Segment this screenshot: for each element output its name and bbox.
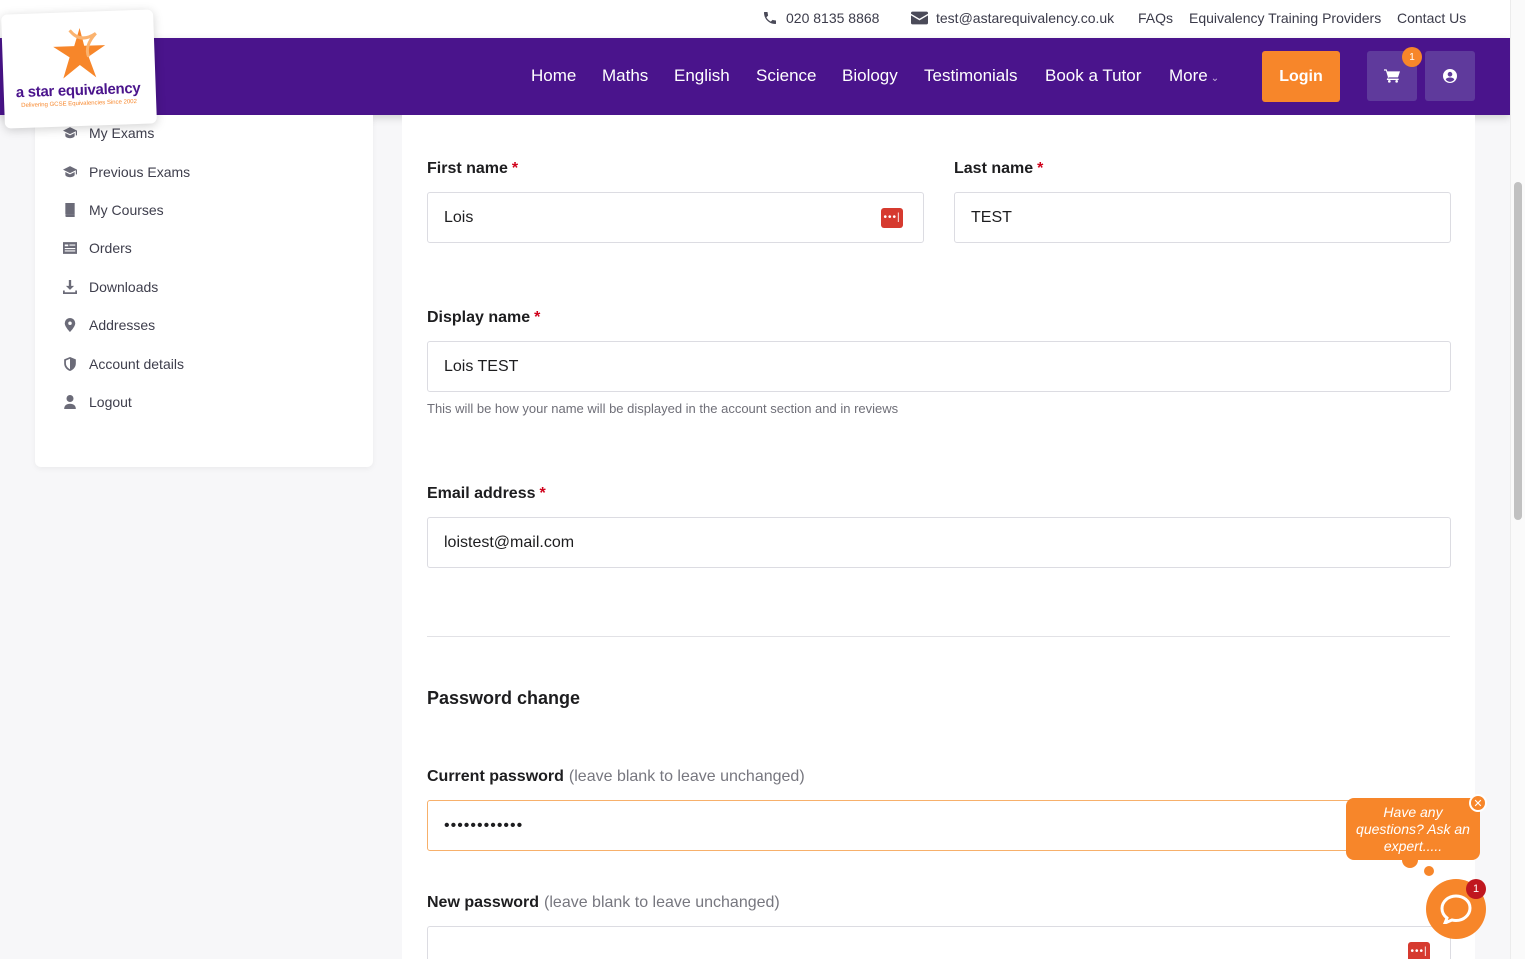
phone-number: 020 8135 8868 [786, 10, 880, 26]
email-contact[interactable]: test@astarequivalency.co.uk [911, 10, 1114, 26]
page-scrollbar-thumb[interactable] [1514, 182, 1522, 520]
email-input[interactable] [427, 517, 1451, 568]
first-name-input[interactable] [427, 192, 924, 243]
sidebar-item-label: Addresses [89, 317, 156, 333]
chat-bubble-tail [1402, 852, 1418, 868]
map-pin-icon [64, 318, 76, 332]
required-marker: * [539, 485, 546, 502]
required-marker: * [511, 160, 519, 177]
new-password-hint: (leave blank to leave unchanged) [544, 894, 780, 911]
sidebar-item-downloads[interactable]: Downloads [63, 279, 158, 295]
password-manager-icon[interactable]: •••| [1408, 942, 1430, 959]
required-marker: * [534, 309, 541, 326]
topbar-link-training-providers[interactable]: Equivalency Training Providers [1189, 10, 1381, 26]
current-password-label: Current password (leave blank to leave un… [427, 768, 805, 786]
chat-bubble-tail [1424, 866, 1434, 876]
nav-home[interactable]: Home [531, 66, 576, 86]
account-button[interactable] [1425, 51, 1475, 101]
sidebar-item-account-details[interactable]: Account details [63, 356, 184, 372]
email-label: Email address * [427, 485, 546, 503]
sidebar-item-my-exams[interactable]: My Exams [63, 125, 154, 141]
first-name-label: First name * [427, 160, 518, 178]
nav-more-label: More [1169, 66, 1208, 85]
cart-icon [1384, 69, 1400, 83]
sidebar-item-label: Logout [89, 394, 132, 410]
nav-maths[interactable]: Maths [602, 66, 648, 86]
sidebar-item-label: Downloads [89, 279, 159, 295]
email-label-text: Email address [427, 485, 536, 502]
sidebar-item-my-courses[interactable]: My Courses [63, 202, 164, 218]
required-marker: * [1037, 160, 1044, 177]
chevron-down-icon: ⌄ [1210, 73, 1220, 84]
book-icon [65, 203, 75, 217]
nav-science[interactable]: Science [756, 66, 816, 86]
graduation-cap-icon [63, 166, 77, 178]
user-circle-icon [1443, 69, 1457, 83]
new-password-label: New password (leave blank to leave unchan… [427, 894, 780, 912]
display-name-input[interactable] [427, 341, 1451, 392]
phone-contact[interactable]: 020 8135 8868 [762, 10, 879, 26]
chat-prompt-bubble[interactable]: Have any questions? Ask an expert..... [1346, 798, 1480, 860]
phone-icon [764, 12, 776, 24]
sidebar-item-label: Account details [89, 356, 184, 372]
display-name-help: This will be how your name will be displ… [427, 401, 899, 416]
section-divider [427, 636, 1450, 637]
sidebar-item-label: Orders [89, 240, 132, 256]
sidebar-item-orders[interactable]: Orders [63, 240, 132, 256]
envelope-icon [911, 11, 928, 25]
graduation-cap-icon [63, 127, 77, 139]
login-button[interactable]: Login [1262, 51, 1340, 102]
chat-close-icon[interactable]: ✕ [1469, 794, 1487, 812]
download-icon [63, 280, 77, 294]
nav-book-a-tutor[interactable]: Book a Tutor [1045, 66, 1141, 86]
topbar-link-contact[interactable]: Contact Us [1397, 10, 1466, 26]
current-password-hint: (leave blank to leave unchanged) [568, 768, 805, 785]
site-logo[interactable]: a star equivalency Delivering GCSE Equiv… [1, 9, 157, 129]
chat-notification-badge: 1 [1466, 879, 1486, 899]
last-name-label-text: Last name [954, 160, 1034, 177]
current-password-input[interactable] [427, 800, 1451, 851]
star-logo-icon [53, 27, 106, 79]
shield-icon [64, 357, 76, 371]
cart-count-badge: 1 [1402, 47, 1422, 67]
last-name-input[interactable] [954, 192, 1451, 243]
display-name-label: Display name * [427, 309, 540, 327]
nav-biology[interactable]: Biology [842, 66, 898, 86]
display-name-label-text: Display name [427, 309, 531, 326]
sidebar-item-addresses[interactable]: Addresses [63, 317, 155, 333]
user-icon [64, 395, 76, 409]
email-address: test@astarequivalency.co.uk [936, 10, 1115, 26]
sidebar-item-previous-exams[interactable]: Previous Exams [63, 164, 190, 180]
nav-english[interactable]: English [674, 66, 730, 86]
password-manager-icon[interactable]: •••| [881, 208, 903, 228]
topbar-link-faqs[interactable]: FAQs [1138, 10, 1173, 26]
new-password-input[interactable] [427, 926, 1451, 959]
last-name-label: Last name * [954, 160, 1043, 178]
chat-icon [1440, 894, 1472, 924]
account-sidebar: My Exams Previous Exams My Courses Order… [35, 115, 373, 467]
sidebar-item-label: My Courses [89, 202, 164, 218]
sidebar-item-logout[interactable]: Logout [63, 394, 132, 410]
top-utility-bar: 020 8135 8868 test@astarequivalency.co.u… [0, 0, 1510, 38]
receipt-icon [63, 242, 77, 254]
logo-name: a star equivalency [15, 79, 141, 102]
password-change-heading: Password change [427, 688, 581, 708]
logo-tagline: Delivering GCSE Equivalencies Since 2002 [21, 99, 138, 110]
nav-testimonials[interactable]: Testimonials [924, 66, 1018, 86]
nav-more[interactable]: More ⌄ [1169, 66, 1219, 86]
sidebar-item-label: My Exams [89, 125, 155, 141]
current-password-label-text: Current password [427, 768, 564, 785]
sidebar-item-label: Previous Exams [89, 164, 191, 180]
first-name-label-text: First name [427, 160, 508, 177]
new-password-label-text: New password [427, 894, 540, 911]
main-navbar: Home Maths English Science Biology Testi… [0, 38, 1510, 115]
